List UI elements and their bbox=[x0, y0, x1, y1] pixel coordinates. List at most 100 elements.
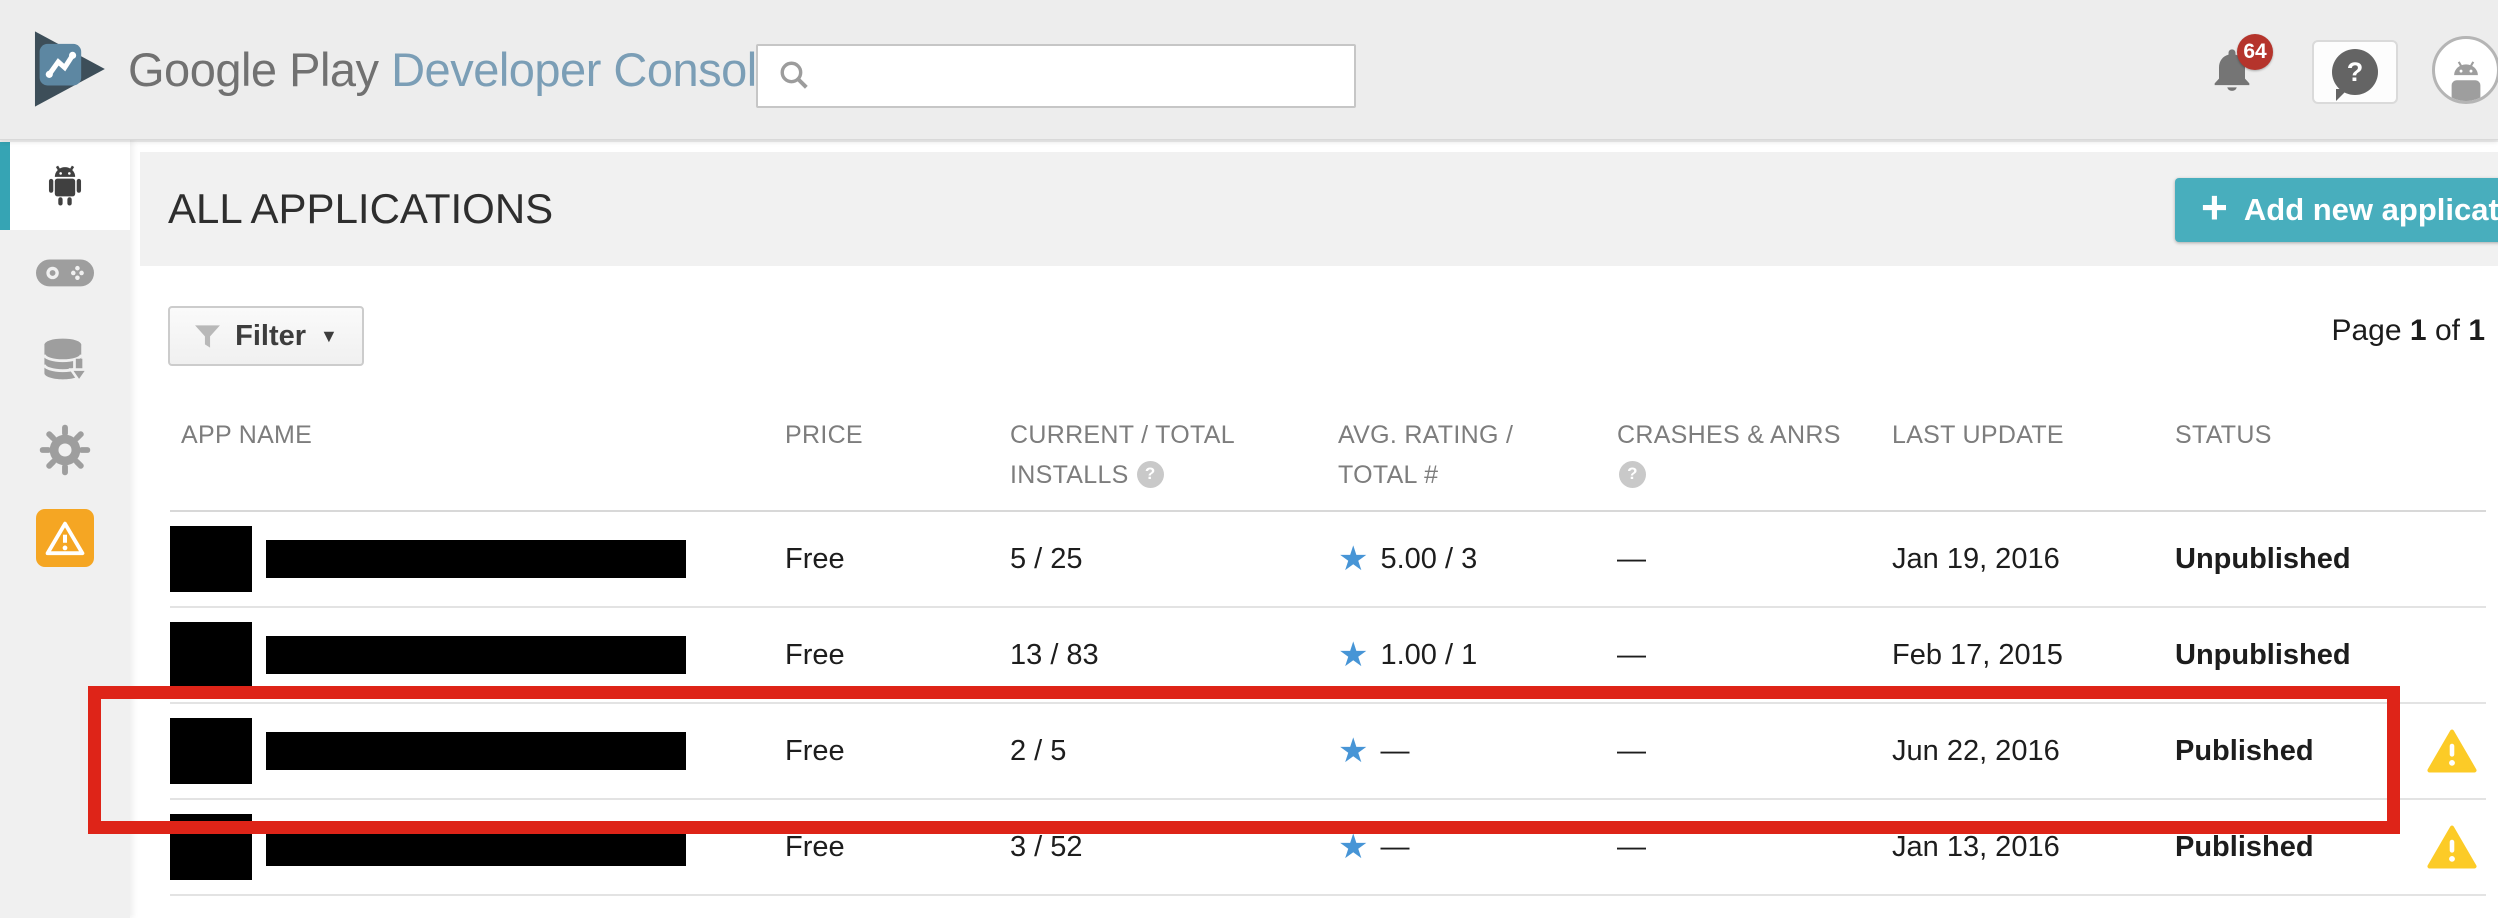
notifications-button[interactable]: 64 bbox=[2206, 44, 2276, 114]
table-row[interactable]: Free 13 / 83 ★ 1.00 / 1 — Feb 17, 2015 U… bbox=[170, 608, 2486, 704]
table-header: APP NAME PRICE CURRENT / TOTAL INSTALLS?… bbox=[170, 402, 2486, 512]
crashes-cell: — bbox=[1617, 543, 1892, 576]
app-name-cell bbox=[170, 526, 785, 592]
warning-cell bbox=[2417, 825, 2486, 869]
app-name-cell bbox=[170, 718, 785, 784]
column-header-status: STATUS bbox=[2175, 415, 2417, 510]
installs-cell: 5 / 25 bbox=[1010, 543, 1338, 576]
sidebar bbox=[0, 140, 130, 918]
sidebar-item-reports[interactable] bbox=[0, 318, 130, 406]
star-icon: ★ bbox=[1338, 638, 1368, 672]
help-circle-icon[interactable]: ? bbox=[1619, 461, 1646, 488]
pagination-total: 1 bbox=[2468, 314, 2485, 347]
warning-cell bbox=[2417, 633, 2486, 677]
logo[interactable]: Google Play Developer Console bbox=[26, 26, 782, 112]
app-icon-redacted bbox=[170, 622, 252, 688]
notification-count-badge: 64 bbox=[2237, 34, 2273, 70]
row-warning-icon[interactable] bbox=[2427, 825, 2477, 869]
pagination-current: 1 bbox=[2410, 314, 2427, 347]
table-rows: Free 5 / 25 ★ 5.00 / 3 — Jan 19, 2016 Un… bbox=[170, 512, 2486, 896]
app-icon-redacted bbox=[170, 814, 252, 880]
app-name-redacted bbox=[266, 540, 686, 578]
column-header-crashes: CRASHES & ANRS ? bbox=[1617, 415, 1892, 510]
filter-button[interactable]: Filter ▼ bbox=[168, 306, 364, 366]
rating-value: 5.00 / 3 bbox=[1380, 543, 1477, 576]
search-input[interactable] bbox=[756, 44, 1356, 108]
help-circle-icon[interactable]: ? bbox=[1137, 461, 1164, 488]
table-row[interactable]: Free 5 / 25 ★ 5.00 / 3 — Jan 19, 2016 Un… bbox=[170, 512, 2486, 608]
rating-value: — bbox=[1380, 735, 1409, 768]
row-warning-icon[interactable] bbox=[2427, 729, 2477, 773]
search-icon bbox=[778, 59, 812, 93]
android-robot-icon bbox=[39, 160, 91, 212]
warning-cell bbox=[2417, 729, 2486, 773]
help-icon: ? bbox=[2332, 49, 2378, 95]
pagination-page-label: Page bbox=[2331, 314, 2401, 347]
app-icon-redacted bbox=[170, 718, 252, 784]
star-icon: ★ bbox=[1338, 542, 1368, 576]
google-play-logo-icon bbox=[26, 26, 112, 112]
crashes-cell: — bbox=[1617, 831, 1892, 864]
sidebar-item-settings[interactable] bbox=[0, 406, 130, 494]
installs-cell: 2 / 5 bbox=[1010, 735, 1338, 768]
table-row[interactable]: Free 3 / 52 ★ — — Jan 13, 2016 Published bbox=[170, 800, 2486, 896]
price-cell: Free bbox=[785, 543, 1010, 576]
app-name-redacted bbox=[266, 636, 686, 674]
sidebar-item-game-services[interactable] bbox=[0, 230, 130, 318]
main-panel: ALL APPLICATIONS + Add new application F… bbox=[130, 142, 2498, 918]
sidebar-item-alerts[interactable] bbox=[0, 494, 130, 582]
add-new-application-button[interactable]: + Add new application bbox=[2175, 178, 2498, 242]
alerts-warning-icon bbox=[36, 509, 94, 567]
status-cell: Published bbox=[2175, 831, 2417, 864]
price-cell: Free bbox=[785, 735, 1010, 768]
rating-cell: ★ — bbox=[1338, 830, 1617, 864]
column-header-price: PRICE bbox=[785, 415, 1010, 510]
google-play-developer-console: Google Play Developer Console 64 ? bbox=[0, 0, 2498, 918]
column-header-installs: CURRENT / TOTAL INSTALLS? bbox=[1010, 415, 1338, 510]
help-question-mark: ? bbox=[2347, 57, 2364, 88]
pagination-of-label: of bbox=[2435, 314, 2460, 347]
sidebar-item-all-applications[interactable] bbox=[0, 142, 130, 230]
column-header-last-update: LAST UPDATE bbox=[1892, 415, 2175, 510]
star-icon: ★ bbox=[1338, 734, 1368, 768]
top-bar: Google Play Developer Console 64 ? bbox=[0, 0, 2498, 140]
price-cell: Free bbox=[785, 831, 1010, 864]
plus-icon: + bbox=[2201, 184, 2228, 230]
last-update-cell: Jun 22, 2016 bbox=[1892, 735, 2175, 768]
app-icon-redacted bbox=[170, 526, 252, 592]
last-update-cell: Jan 19, 2016 bbox=[1892, 543, 2175, 576]
page-header-banner: ALL APPLICATIONS + Add new application bbox=[140, 152, 2498, 266]
app-name-cell bbox=[170, 814, 785, 880]
logo-text: Google Play Developer Console bbox=[128, 42, 782, 97]
help-button[interactable]: ? bbox=[2312, 40, 2398, 104]
column-header-app-name: APP NAME bbox=[170, 415, 785, 510]
column-header-rating: AVG. RATING / TOTAL # bbox=[1338, 415, 1617, 510]
star-icon: ★ bbox=[1338, 830, 1368, 864]
applications-table: APP NAME PRICE CURRENT / TOTAL INSTALLS?… bbox=[170, 402, 2486, 896]
installs-cell: 13 / 83 bbox=[1010, 639, 1338, 672]
status-cell: Published bbox=[2175, 735, 2417, 768]
table-row[interactable]: Free 2 / 5 ★ — — Jun 22, 2016 Published bbox=[170, 704, 2486, 800]
caret-down-icon: ▼ bbox=[320, 326, 338, 347]
status-cell: Unpublished bbox=[2175, 639, 2417, 672]
last-update-cell: Jan 13, 2016 bbox=[1892, 831, 2175, 864]
last-update-cell: Feb 17, 2015 bbox=[1892, 639, 2175, 672]
warning-cell bbox=[2417, 537, 2486, 581]
rating-value: — bbox=[1380, 831, 1409, 864]
installs-cell: 3 / 52 bbox=[1010, 831, 1338, 864]
app-name-cell bbox=[170, 622, 785, 688]
gear-icon bbox=[38, 423, 92, 477]
account-avatar[interactable] bbox=[2432, 36, 2498, 104]
price-cell: Free bbox=[785, 639, 1010, 672]
app-name-redacted bbox=[266, 732, 686, 770]
filter-funnel-icon bbox=[194, 324, 221, 349]
rating-cell: ★ 1.00 / 1 bbox=[1338, 638, 1617, 672]
status-cell: Unpublished bbox=[2175, 543, 2417, 576]
app-name-redacted bbox=[266, 828, 686, 866]
pagination: Page 1 of 1 bbox=[2331, 314, 2485, 348]
search-box bbox=[756, 44, 1356, 108]
rating-cell: ★ 5.00 / 3 bbox=[1338, 542, 1617, 576]
rating-cell: ★ — bbox=[1338, 734, 1617, 768]
crashes-cell: — bbox=[1617, 639, 1892, 672]
avatar-android-icon bbox=[2443, 55, 2489, 101]
